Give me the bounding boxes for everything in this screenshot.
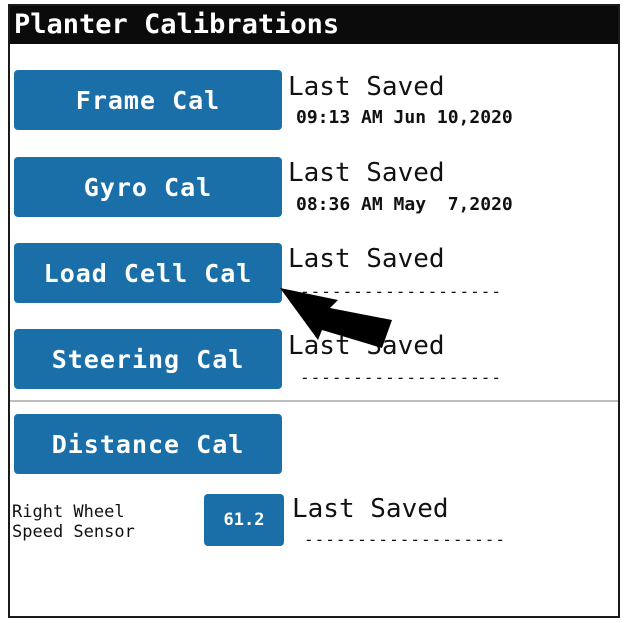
steering-cal-button[interactable]: Steering Cal	[14, 329, 282, 389]
frame-cal-last-saved-date: 09:13 AM Jun 10,2020	[296, 107, 513, 128]
calibration-screen: Planter Calibrations Frame Cal Last Save…	[8, 4, 620, 618]
gyro-cal-button[interactable]: Gyro Cal	[14, 157, 282, 217]
gyro-cal-last-saved-date: 08:36 AM May 7,2020	[296, 194, 513, 215]
sensor-label-line2: Speed Sensor	[12, 522, 135, 542]
right-wheel-speed-sensor-label: Right Wheel Speed Sensor	[12, 502, 135, 542]
steering-cal-last-saved-value: -------------------	[300, 368, 503, 387]
sensor-label-line1: Right Wheel	[12, 502, 125, 522]
speed-sensor-value-button[interactable]: 61.2	[204, 494, 284, 546]
frame-cal-button[interactable]: Frame Cal	[14, 70, 282, 130]
section-divider	[10, 400, 618, 402]
gyro-cal-last-saved-label: Last Saved	[288, 158, 445, 188]
frame-cal-last-saved-label: Last Saved	[288, 72, 445, 102]
distance-cal-button[interactable]: Distance Cal	[14, 414, 282, 474]
distance-cal-last-saved-value: -------------------	[304, 530, 507, 549]
arrow-pointer-icon	[280, 288, 392, 348]
load-cell-cal-button[interactable]: Load Cell Cal	[14, 243, 282, 303]
page-title: Planter Calibrations	[10, 6, 618, 44]
load-cell-cal-last-saved-label: Last Saved	[288, 244, 445, 274]
distance-cal-last-saved-label: Last Saved	[292, 494, 449, 524]
